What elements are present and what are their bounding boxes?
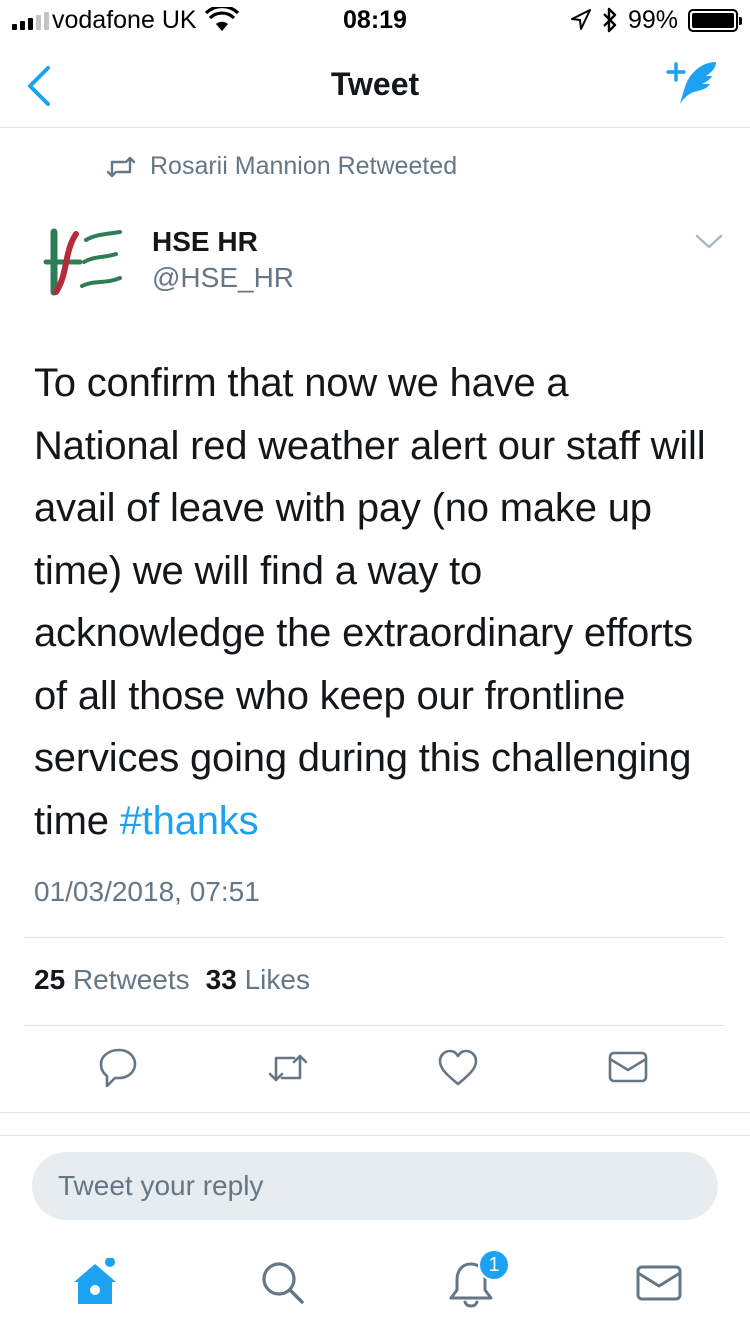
retweets-label: Retweets <box>72 964 190 995</box>
tweet-text-line: National red weather alert our staff wil… <box>34 423 706 468</box>
tweet-text-line: avail of leave with pay (no make up <box>34 486 652 530</box>
compose-tweet-icon[interactable] <box>666 58 722 110</box>
home-icon[interactable] <box>70 1258 120 1308</box>
tweet-actions <box>0 1044 750 1096</box>
notifications-badge: 1 <box>478 1249 510 1281</box>
tweet-text: To confirm that now we have a National r… <box>34 352 724 852</box>
retweets-stat[interactable]: 25 Retweets <box>34 964 190 996</box>
reply-icon[interactable] <box>97 1044 141 1092</box>
likes-label: Likes <box>244 964 310 995</box>
tweet-text-line: To confirm that now we have a <box>34 361 569 405</box>
tweet-stats: 25 Retweets 33 Likes <box>34 964 310 996</box>
retweets-count: 25 <box>34 964 66 995</box>
tweet-text-last-line: time #thanks <box>34 790 724 853</box>
chevron-down-icon[interactable] <box>694 232 724 252</box>
avatar[interactable] <box>34 222 130 302</box>
envelope-icon[interactable] <box>606 1044 650 1092</box>
likes-stat[interactable]: 33 Likes <box>206 964 310 996</box>
navigation-bar: Tweet <box>0 40 750 128</box>
section-separator <box>0 1112 750 1136</box>
tweet-timestamp: 01/03/2018, 07:51 <box>34 876 260 907</box>
bluetooth-icon <box>603 7 617 33</box>
battery-percentage: 99% <box>628 6 679 34</box>
page-title: Tweet <box>330 66 420 102</box>
author-handle[interactable]: @HSE_HR <box>152 262 294 294</box>
author-name[interactable]: HSE HR <box>152 226 258 258</box>
retweet-icon <box>106 156 136 177</box>
envelope-icon[interactable] <box>634 1258 684 1308</box>
tweet-text-line: time <box>34 798 120 843</box>
retweet-icon[interactable] <box>266 1044 310 1092</box>
tweet-text-line: time) we will find a way to <box>34 548 483 593</box>
heart-icon[interactable] <box>436 1044 480 1092</box>
retweet-context-label: Rosarii Mannion Retweeted <box>150 152 458 180</box>
tweet-text-line: of all those who keep our frontline <box>34 673 626 718</box>
divider <box>24 1025 724 1026</box>
retweet-context: Rosarii Mannion Retweeted <box>106 152 457 181</box>
likes-count: 33 <box>205 964 237 995</box>
battery-icon <box>688 9 742 32</box>
tweet-text-line: acknowledge the extraordinary efforts <box>34 611 693 655</box>
tweet-text-line: services going during this challenging <box>34 736 692 780</box>
hashtag-link[interactable]: #thanks <box>120 799 259 843</box>
divider <box>24 937 724 938</box>
reply-input[interactable]: Tweet your reply <box>32 1152 718 1220</box>
location-arrow-icon <box>571 9 591 30</box>
status-bar: vodafone UK 08:19 99% <box>0 0 750 40</box>
search-icon[interactable] <box>258 1258 308 1308</box>
tab-bar <box>0 1240 750 1334</box>
